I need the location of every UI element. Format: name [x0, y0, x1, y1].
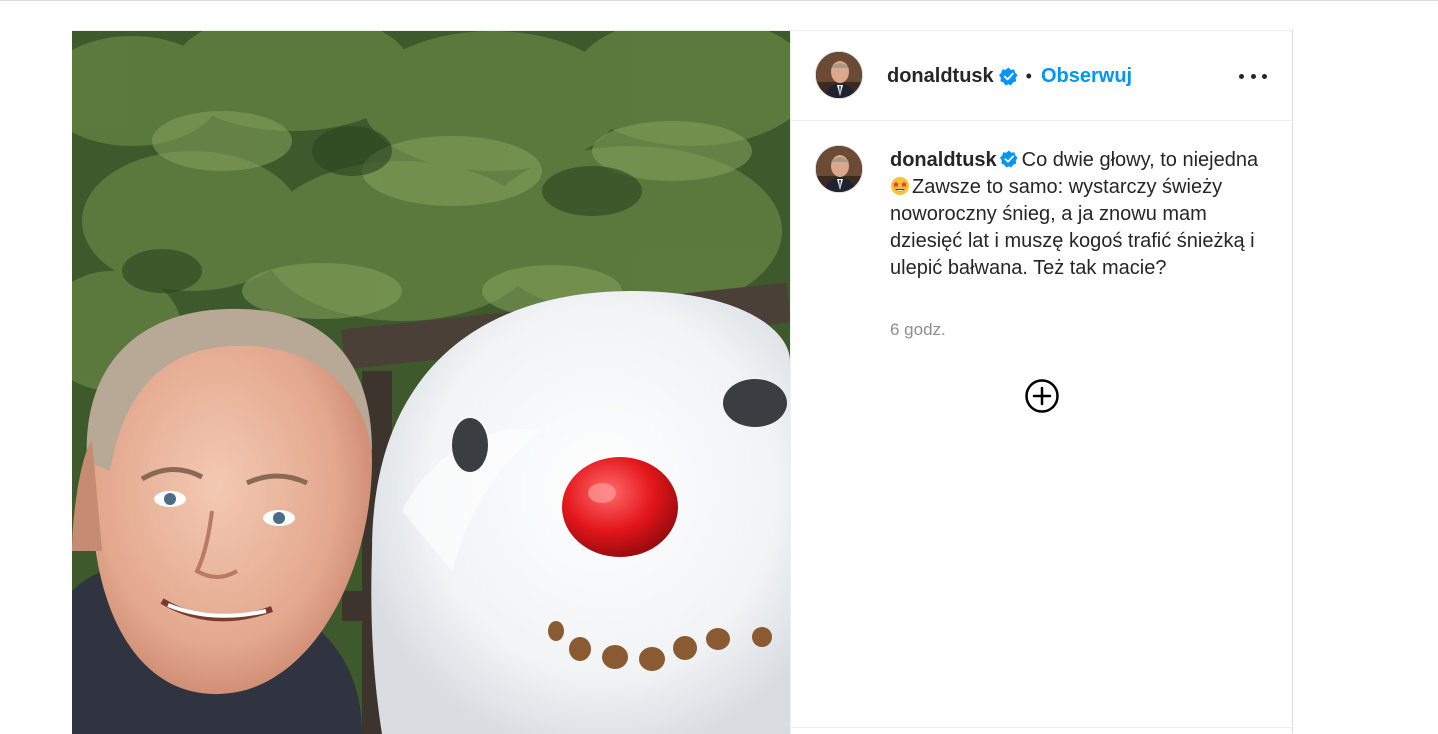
header-separator: • [1025, 65, 1032, 86]
sidebar-footer-divider [791, 727, 1293, 728]
more-dot [1262, 73, 1267, 79]
post-caption: donaldtusk Co dwie głowy, to niejedna Zaws… [890, 147, 1260, 282]
caption-username[interactable]: donaldtusk [890, 149, 997, 171]
top-divider [0, 0, 1438, 1]
header-row: donaldtusk • Obserwuj [887, 63, 1132, 89]
selfie-with-snowman-image [72, 31, 790, 734]
verified-badge-icon [999, 149, 1018, 168]
author-avatar-image [816, 52, 862, 98]
post-card: donaldtusk • Obserwuj donaldtusk Co dwie… [72, 30, 1293, 734]
post-photo[interactable] [72, 31, 790, 734]
post-timestamp[interactable]: 6 godz. [890, 320, 946, 340]
caption-text-part1: Co dwie głowy, to niejedna [1021, 149, 1259, 171]
more-options-icon[interactable] [1235, 63, 1271, 89]
author-username[interactable]: donaldtusk [887, 65, 994, 88]
follow-button[interactable]: Obserwuj [1041, 65, 1132, 88]
post-header: donaldtusk • Obserwuj [791, 31, 1293, 121]
more-dot [1250, 73, 1256, 79]
caption-text-part2: Zawsze to samo: wystarczy świeży noworoc… [890, 176, 1255, 279]
verified-badge-icon [998, 66, 1018, 86]
caption-avatar-image [816, 146, 862, 192]
star-struck-emoji-icon [890, 176, 910, 196]
author-avatar[interactable] [815, 51, 863, 99]
caption-author-avatar[interactable] [815, 145, 863, 193]
post-sidebar: donaldtusk • Obserwuj donaldtusk Co dwie… [790, 31, 1293, 734]
plus-circle-icon[interactable] [1024, 378, 1060, 414]
more-dot [1239, 73, 1244, 79]
